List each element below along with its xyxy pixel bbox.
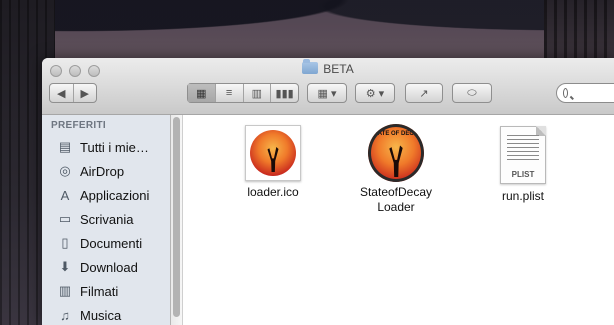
sidebar-item-movies[interactable]: ▥ Filmati <box>42 279 170 303</box>
desktop-wallpaper-right <box>544 0 614 62</box>
back-button[interactable]: ◀ <box>50 84 73 102</box>
airdrop-icon: ◎ <box>59 163 71 178</box>
documents-icon: ▯ <box>61 235 69 250</box>
file-browser-content: loader.ico STATE OF DECAY StateofDecay L… <box>183 115 614 325</box>
view-icons-button[interactable]: ▦ <box>188 84 215 102</box>
file-name: loader.ico <box>247 185 299 199</box>
view-columns-button[interactable]: ▥ <box>242 84 271 102</box>
sidebar-item-label: AirDrop <box>80 163 125 179</box>
plist-tag: PLIST <box>511 170 535 179</box>
view-mode-control: ▦ ≡ ▥ ▮▮▮ <box>187 83 299 103</box>
arrange-button[interactable]: ▦ ▾ <box>307 83 347 103</box>
sidebar-item-label: Documenti <box>80 235 143 251</box>
titlebar: BETA ◀ ▶ ▦ ≡ ▥ ▮▮▮ ▦ ▾ ⚙ ▾ ↗ ⬭ <box>42 58 614 115</box>
file-item-loader-ico[interactable]: loader.ico <box>223 125 323 200</box>
file-name-line2: Loader <box>377 200 415 214</box>
all-files-icon: ▤ <box>58 139 72 154</box>
music-icon: ♫ <box>60 307 70 323</box>
sidebar-item-label: Applicazioni <box>80 187 150 203</box>
desktop-icon: ▭ <box>58 211 72 226</box>
search-input[interactable] <box>571 86 614 100</box>
action-button[interactable]: ⚙ ▾ <box>355 83 395 103</box>
file-name: run.plist <box>501 189 545 203</box>
scrollbar-thumb[interactable] <box>173 117 180 317</box>
sidebar-item-documents[interactable]: ▯ Documenti <box>42 231 170 255</box>
app-icon: STATE OF DECAY <box>368 124 424 182</box>
tags-button[interactable]: ⬭ <box>452 83 492 103</box>
ico-file-icon <box>245 125 301 181</box>
sidebar-scrollbar[interactable] <box>171 115 183 325</box>
sidebar-item-label: Musica <box>80 307 122 323</box>
search-field[interactable] <box>556 83 614 103</box>
applications-icon: A <box>60 187 70 203</box>
movies-icon: ▥ <box>58 283 72 298</box>
sidebar-item-label: Tutti i mie… <box>80 139 149 155</box>
search-icon <box>563 88 568 98</box>
finder-window: BETA ◀ ▶ ▦ ≡ ▥ ▮▮▮ ▦ ▾ ⚙ ▾ ↗ ⬭ PREFERITI <box>42 58 614 325</box>
desktop-wallpaper <box>0 0 614 62</box>
sidebar-item-desktop[interactable]: ▭ Scrivania <box>42 207 170 231</box>
file-name-line1: StateofDecay <box>359 185 433 199</box>
file-item-run-plist[interactable]: PLIST run.plist <box>473 126 573 204</box>
view-coverflow-button[interactable]: ▮▮▮ <box>270 84 298 102</box>
downloads-icon: ⬇ <box>59 259 71 274</box>
sidebar-heading: PREFERITI <box>51 120 106 131</box>
sidebar-item-airdrop[interactable]: ◎ AirDrop <box>42 159 170 183</box>
sidebar-item-applications[interactable]: A Applicazioni <box>42 183 170 207</box>
sidebar-item-label: Scrivania <box>80 211 134 227</box>
window-title-label: BETA <box>323 62 354 76</box>
sidebar-item-music[interactable]: ♫ Musica <box>42 303 170 325</box>
back-forward-control: ◀ ▶ <box>49 83 97 103</box>
forward-button[interactable]: ▶ <box>72 84 97 102</box>
window-title: BETA <box>42 59 614 76</box>
folder-icon <box>302 59 319 74</box>
plist-file-icon: PLIST <box>495 126 551 184</box>
sidebar-item-label: Filmati <box>80 283 119 299</box>
sidebar-item-label: Download <box>80 259 138 275</box>
file-name: StateofDecay Loader <box>346 185 446 215</box>
file-item-stateofdecay-loader[interactable]: STATE OF DECAY StateofDecay Loader <box>346 124 446 215</box>
sidebar-item-all-files[interactable]: ▤ Tutti i mie… <box>42 135 170 159</box>
sidebar: PREFERITI ▤ Tutti i mie… ◎ AirDrop A App… <box>42 115 171 325</box>
share-button[interactable]: ↗ <box>405 83 443 103</box>
sidebar-item-downloads[interactable]: ⬇ Download <box>42 255 170 279</box>
view-list-button[interactable]: ≡ <box>214 84 243 102</box>
